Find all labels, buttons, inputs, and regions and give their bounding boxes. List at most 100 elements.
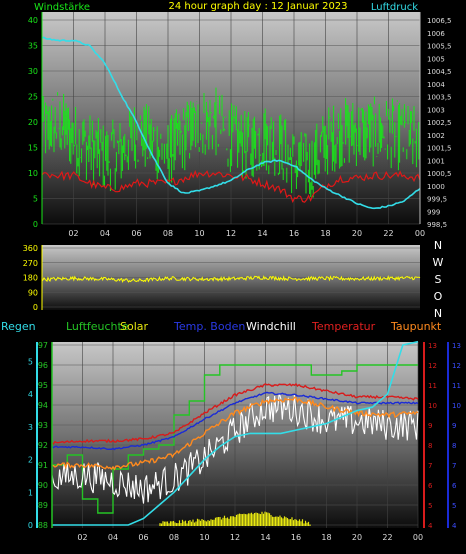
legend-dewpoint: Taupunkt — [390, 320, 442, 333]
soil-tick-label: 12 — [452, 362, 461, 370]
rain-tick-label: 0 — [28, 521, 33, 530]
compass-label: O — [434, 290, 443, 303]
soil-tick-label: 13 — [452, 342, 461, 350]
soil-tick-label: 8 — [452, 442, 456, 450]
right-tick-label: 1002,5 — [427, 119, 452, 127]
panel-wind-left-axis: 0 5 10 15 20 25 30 35 40 — [28, 12, 43, 229]
right-tick-label: 1004,5 — [427, 68, 452, 76]
soil-tick-label: 4 — [452, 522, 457, 530]
temp-tick-label: 6 — [428, 482, 433, 490]
legend-rain: Regen — [1, 320, 36, 333]
panel-direction-compass-labels: NWSON — [433, 239, 444, 320]
x-tick-label: 14 — [257, 229, 267, 238]
x-tick-label: 14 — [260, 533, 270, 542]
rain-tick-label: 2 — [28, 456, 33, 465]
left-tick-label: 360 — [23, 244, 38, 253]
humidity-tick-label: 91 — [38, 461, 48, 470]
temp-tick-label: 10 — [428, 402, 437, 410]
x-tick-label: 02 — [68, 229, 78, 238]
x-tick-label: 22 — [382, 533, 392, 542]
right-tick-label: 1006,5 — [427, 17, 452, 25]
rain-tick-label: 1 — [28, 488, 33, 497]
rain-tick-label: 3 — [28, 423, 33, 432]
x-tick-label: 02 — [77, 533, 87, 542]
humidity-tick-label: 92 — [38, 441, 48, 450]
compass-label: S — [435, 273, 442, 286]
compass-label: W — [433, 256, 444, 269]
left-tick-label: 20 — [28, 118, 38, 127]
x-tick-label: 18 — [320, 229, 330, 238]
left-tick-label: 40 — [28, 16, 38, 25]
humidity-tick-label: 95 — [38, 381, 48, 390]
temp-tick-label: 13 — [428, 342, 437, 350]
humidity-tick-label: 90 — [38, 481, 48, 490]
right-tick-label: 1004 — [427, 81, 445, 89]
rain-tick-label: 5 — [28, 357, 33, 366]
temp-tick-label: 12 — [428, 362, 437, 370]
left-tick-label: 270 — [23, 259, 38, 268]
left-tick-label: 30 — [28, 67, 38, 76]
soil-tick-label: 9 — [452, 422, 456, 430]
x-tick-label: 16 — [289, 229, 299, 238]
x-tick-label: 20 — [352, 533, 362, 542]
left-tick-label: 90 — [28, 288, 38, 297]
compass-label: N — [434, 307, 442, 320]
x-tick-label: 04 — [100, 229, 110, 238]
right-tick-label: 1003 — [427, 106, 445, 114]
legend-soil-temp: Temp. Boden — [173, 320, 245, 333]
x-tick-label: 04 — [108, 533, 118, 542]
right-tick-label: 1003,5 — [427, 94, 452, 102]
x-tick-label: 18 — [321, 533, 331, 542]
temp-tick-label: 5 — [428, 502, 432, 510]
soil-tick-label: 5 — [452, 502, 456, 510]
right-tick-label: 1000,5 — [427, 170, 452, 178]
left-tick-label: 35 — [28, 42, 38, 51]
left-tick-label: 5 — [33, 195, 38, 204]
left-tick-label: 10 — [28, 169, 38, 178]
left-tick-label: 0 — [33, 220, 38, 229]
wind-label: Windstärke — [34, 2, 90, 13]
legend-temperature: Temperatur — [311, 320, 376, 333]
rain-tick-label: 4 — [28, 390, 33, 399]
right-tick-label: 998,5 — [427, 221, 447, 229]
left-tick-label: 15 — [28, 144, 38, 153]
left-tick-label: 25 — [28, 93, 38, 102]
x-tick-label: 12 — [230, 533, 240, 542]
humidity-tick-label: 96 — [38, 361, 48, 370]
left-tick-label: 180 — [23, 274, 38, 283]
right-tick-label: 999 — [427, 208, 440, 216]
legend-solar: Solar — [120, 320, 149, 333]
x-tick-label: 12 — [226, 229, 236, 238]
soil-tick-label: 10 — [452, 402, 461, 410]
x-tick-label: 22 — [383, 229, 393, 238]
x-tick-label: 06 — [138, 533, 148, 542]
right-tick-label: 1001 — [427, 157, 445, 165]
panel-direction-left-axis: 0 90 180 270 360 — [23, 244, 43, 312]
right-tick-label: 1006 — [427, 30, 445, 38]
right-tick-label: 1001,5 — [427, 145, 452, 153]
humidity-tick-label: 94 — [38, 401, 48, 410]
left-tick-label: 0 — [33, 303, 38, 312]
pressure-label: Luftdruck — [371, 2, 418, 13]
temp-tick-label: 7 — [428, 462, 432, 470]
compass-label: N — [434, 239, 442, 252]
humidity-tick-label: 97 — [38, 341, 48, 350]
right-tick-label: 999,5 — [427, 196, 447, 204]
humidity-tick-label: 93 — [38, 421, 48, 430]
soil-tick-label: 7 — [452, 462, 456, 470]
soil-tick-label: 6 — [452, 482, 457, 490]
right-tick-label: 1000 — [427, 183, 445, 191]
temp-tick-label: 4 — [428, 522, 433, 530]
weather-chart: Windstärke 24 hour graph day : 12 Januar… — [1, 1, 461, 542]
x-tick-label: 08 — [163, 229, 173, 238]
x-tick-label: 10 — [194, 229, 204, 238]
panel-wind-right-axis: 998,5 999 999,5 1000 1000,5 1001 1001,5 1002 100… — [419, 12, 452, 229]
temp-tick-label: 11 — [428, 382, 437, 390]
panel-wind-x-axis: 02 04 06 08 10 12 14 16 18 20 22 00 — [68, 229, 425, 238]
soil-tick-label: 11 — [452, 382, 461, 390]
x-tick-label: 00 — [415, 229, 425, 238]
right-tick-label: 1005,5 — [427, 43, 452, 51]
panel-temp-x-axis: 02 04 06 08 10 12 14 16 18 20 22 00 — [77, 533, 423, 542]
x-tick-label: 16 — [291, 533, 301, 542]
temp-tick-label: 9 — [428, 422, 432, 430]
